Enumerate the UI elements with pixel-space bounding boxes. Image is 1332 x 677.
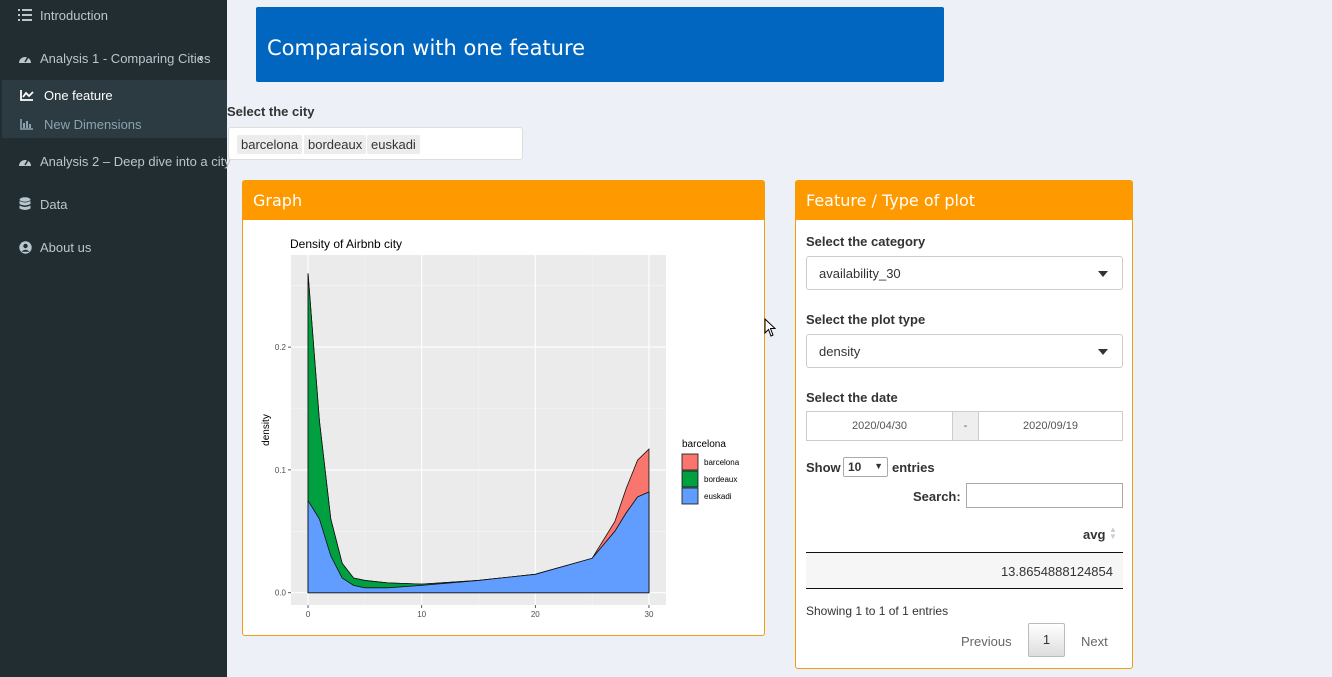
previous-button[interactable]: Previous (961, 634, 1012, 649)
chevron-left-icon: ‹ (199, 51, 203, 65)
sidebar-item-analysis-1[interactable]: Analysis 1 - Comparing Cities ‹ (0, 43, 227, 73)
user-circle-icon (18, 240, 32, 254)
legend-key-euskadi (681, 487, 699, 505)
sidebar-subitem-one-feature[interactable]: One feature (2, 82, 227, 108)
date-separator: - (952, 412, 979, 440)
table-info: Showing 1 to 1 of 1 entries (806, 604, 949, 618)
dashboard-icon (18, 51, 32, 65)
y-axis-ticks: 0.0 0.1 0.2 (275, 343, 291, 598)
legend-label: barcelona (704, 458, 740, 467)
city-select-label: Select the city (227, 104, 315, 119)
sidebar-item-label: Analysis 1 - Comparing Cities (40, 50, 211, 66)
x-tick-label: 0 (306, 610, 311, 619)
city-multiselect[interactable]: barcelona bordeaux euskadi (228, 127, 523, 160)
sidebar-item-label: Introduction (40, 7, 108, 23)
database-icon (18, 197, 32, 211)
date-range: 2020/04/30 - 2020/09/19 (806, 411, 1123, 441)
chart-title: Density of Airbnb city (290, 237, 402, 251)
caret-down-icon: ▼ (874, 461, 883, 471)
plot-type-value: density (819, 344, 861, 359)
next-button[interactable]: Next (1081, 634, 1108, 649)
y-tick-label: 0.0 (275, 589, 287, 598)
page-header: Comparaison with one feature (256, 7, 944, 82)
table-header-avg[interactable]: avg (1083, 527, 1105, 542)
sidebar-item-data[interactable]: Data (0, 189, 227, 219)
sidebar-item-about-us[interactable]: About us (0, 232, 227, 262)
date-label: Select the date (806, 390, 898, 405)
y-tick-label: 0.2 (275, 343, 287, 352)
date-start-input[interactable]: 2020/04/30 (807, 412, 952, 440)
city-chip[interactable]: bordeaux (304, 135, 367, 154)
sidebar-item-label: Analysis 2 – Deep dive into a city (40, 153, 231, 169)
feature-box-title: Feature / Type of plot (796, 181, 1132, 220)
bar-chart-icon (20, 118, 34, 130)
table-row: 13.8654888124854 (806, 553, 1123, 589)
sidebar-submenu: One feature New Dimensions (2, 80, 227, 138)
feature-box: Feature / Type of plot Select the catego… (795, 180, 1133, 669)
plot-type-select[interactable]: density (806, 334, 1123, 368)
mouse-cursor-icon (764, 318, 777, 337)
page-length-select[interactable]: 10 ▼ (843, 457, 888, 477)
x-tick-label: 20 (531, 610, 540, 619)
y-tick-label: 0.1 (275, 466, 287, 475)
sidebar-item-label: Data (40, 196, 68, 212)
graph-box: Graph Density of Airbnb city 0.0 0.1 0.2 0… (242, 180, 765, 636)
legend-label: bordeaux (704, 475, 737, 484)
search-label: Search: (913, 489, 961, 504)
x-tick-label: 30 (645, 610, 654, 619)
sidebar-item-analysis-2[interactable]: Analysis 2 – Deep dive into a city (0, 146, 231, 176)
category-select[interactable]: availability_30 (806, 256, 1123, 290)
sidebar-subitem-new-dimensions[interactable]: New Dimensions (2, 111, 227, 137)
y-axis-label: density (261, 414, 272, 446)
sidebar: Introduction Analysis 1 - Comparing Citi… (0, 0, 231, 677)
plot-type-label: Select the plot type (806, 312, 926, 327)
x-tick-label: 10 (417, 610, 426, 619)
caret-down-icon (1098, 271, 1108, 277)
sidebar-subitem-label: One feature (44, 87, 113, 103)
table-cell-avg: 13.8654888124854 (1000, 564, 1113, 579)
sidebar-item-introduction[interactable]: Introduction (0, 0, 227, 30)
list-icon (18, 8, 32, 22)
city-chip[interactable]: barcelona (237, 135, 303, 154)
sidebar-item-label: About us (40, 239, 92, 255)
search-input[interactable] (966, 483, 1123, 508)
sort-icon[interactable]: ▲ ▼ (1109, 526, 1117, 541)
caret-down-icon (1098, 349, 1108, 355)
legend-key-bordeaux (681, 470, 699, 488)
page-title: Comparaison with one feature (267, 36, 586, 60)
legend-label: euskadi (704, 492, 732, 501)
date-end-input[interactable]: 2020/09/19 (979, 412, 1122, 440)
graph-box-title: Graph (243, 181, 764, 220)
entries-label: entries (892, 460, 935, 475)
legend-title: barcelona (682, 439, 726, 450)
page-button-current[interactable]: 1 (1028, 623, 1065, 657)
dashboard-icon (18, 154, 32, 168)
city-chip[interactable]: euskadi (367, 135, 420, 154)
line-chart-icon (20, 89, 34, 101)
chart-legend: barcelona barcelona bordeaux euskadi (681, 439, 740, 505)
sidebar-subitem-label: New Dimensions (44, 116, 142, 132)
x-axis-ticks: 0 10 20 30 (306, 605, 654, 619)
show-label: Show (806, 460, 841, 475)
legend-key-barcelona (681, 453, 699, 471)
page-length-value: 10 (848, 460, 862, 474)
category-label: Select the category (806, 234, 926, 249)
category-value: availability_30 (819, 266, 901, 281)
density-chart: Density of Airbnb city 0.0 0.1 0.2 0 10 20 30… (261, 237, 740, 619)
